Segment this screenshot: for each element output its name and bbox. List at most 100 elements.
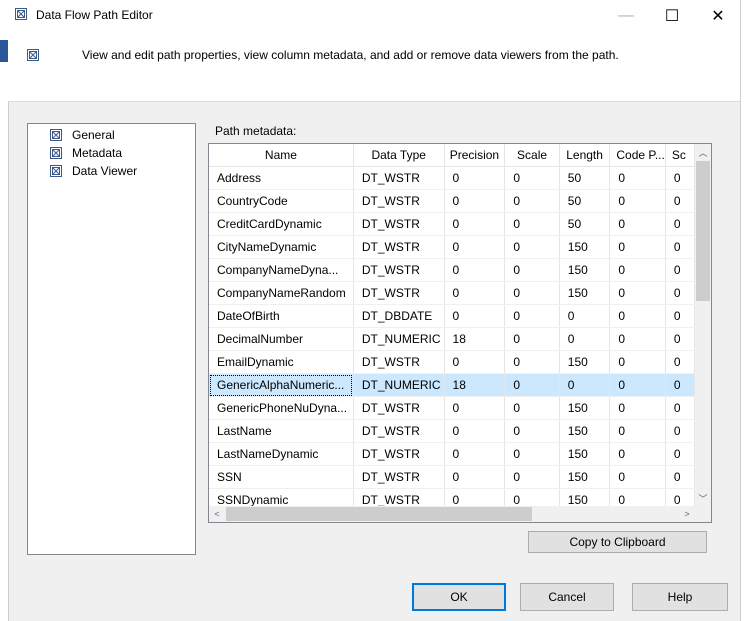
column-header-precision[interactable]: Precision [444,144,506,167]
column-header-sort[interactable]: Sc [665,144,695,167]
cell-sort: 0 [665,189,695,213]
column-header-data-type[interactable]: Data Type [353,144,445,167]
cell-code-page: 0 [609,281,666,305]
table-row[interactable]: CityNameDynamic DT_WSTR 0 0 150 0 0 [209,235,695,259]
cell-column-name: LastName [209,419,354,443]
cell-length: 150 [559,442,611,466]
cell-length: 150 [559,488,611,506]
close-button[interactable]: ✕ [695,0,741,31]
cell-scale: 0 [504,488,560,506]
cell-length: 50 [559,166,611,190]
scroll-right-icon[interactable]: > [679,506,695,522]
scroll-down-icon[interactable]: ﹀ [695,490,711,506]
cell-scale: 0 [504,212,560,236]
cell-scale: 0 [504,166,560,190]
cell-column-name: DateOfBirth [209,304,354,328]
dialog-icon [15,8,27,20]
scroll-left-icon[interactable]: < [209,506,225,522]
cell-precision: 0 [444,166,506,190]
table-row[interactable]: SSN DT_WSTR 0 0 150 0 0 [209,465,695,489]
cell-data-type: DT_NUMERIC [353,373,445,397]
cell-sort: 0 [665,350,695,374]
column-header-name[interactable]: Name [209,144,354,167]
cell-precision: 0 [444,281,506,305]
table-row[interactable]: GenericAlphaNumeric... DT_NUMERIC 18 0 0 0 0 [209,373,695,397]
cell-sort: 0 [665,488,695,506]
cell-precision: 0 [444,235,506,259]
cell-data-type: DT_NUMERIC [353,327,445,351]
cell-precision: 0 [444,212,506,236]
vertical-scrollbar[interactable]: ︿ ﹀ [695,144,711,506]
cell-data-type: DT_WSTR [353,258,445,282]
cell-scale: 0 [504,258,560,282]
cell-precision: 0 [444,396,506,420]
minimize-button[interactable]: — [603,0,649,31]
table-row[interactable]: GenericPhoneNuDyna... DT_WSTR 0 0 150 0 0 [209,396,695,420]
cell-code-page: 0 [609,212,666,236]
cell-scale: 0 [504,304,560,328]
column-header-scale[interactable]: Scale [504,144,560,167]
cell-column-name: LastNameDynamic [209,442,354,466]
cell-code-page: 0 [609,258,666,282]
cell-length: 0 [559,304,611,328]
help-button[interactable]: Help [632,583,728,611]
cell-length: 150 [559,465,611,489]
nav-item-general[interactable]: General [50,127,117,143]
cell-column-name: CompanyNameDyna... [209,258,354,282]
nav-item-data-viewer[interactable]: Data Viewer [50,163,139,179]
cell-sort: 0 [665,304,695,328]
cell-column-name: GenericAlphaNumeric... [209,373,354,397]
window-title: Data Flow Path Editor [36,8,153,22]
cell-column-name: GenericPhoneNuDyna... [209,396,354,420]
nav-item-metadata[interactable]: Metadata [50,145,125,161]
nav-item-label: General [72,128,115,142]
cell-data-type: DT_WSTR [353,465,445,489]
cell-code-page: 0 [609,488,666,506]
table-row[interactable]: LastNameDynamic DT_WSTR 0 0 150 0 0 [209,442,695,466]
table-row[interactable]: SSNDynamic DT_WSTR 0 0 150 0 0 [209,488,695,506]
cancel-button[interactable]: Cancel [520,583,614,611]
table-row[interactable]: CompanyNameDyna... DT_WSTR 0 0 150 0 0 [209,258,695,282]
maximize-button[interactable]: ☐ [649,0,695,31]
cell-scale: 0 [504,419,560,443]
cell-sort: 0 [665,327,695,351]
cell-column-name: DecimalNumber [209,327,354,351]
horizontal-scrollbar[interactable]: < > [209,506,695,522]
data-viewer-page-icon [50,165,62,177]
cell-column-name: CountryCode [209,189,354,213]
scroll-up-icon[interactable]: ︿ [695,144,711,160]
background-app-right [740,0,747,621]
table-row[interactable]: LastName DT_WSTR 0 0 150 0 0 [209,419,695,443]
table-row[interactable]: EmailDynamic DT_WSTR 0 0 150 0 0 [209,350,695,374]
cell-code-page: 0 [609,419,666,443]
table-row[interactable]: DecimalNumber DT_NUMERIC 18 0 0 0 0 [209,327,695,351]
column-header-code-page[interactable]: Code P... [609,144,666,167]
cell-length: 0 [559,327,611,351]
table-row[interactable]: DateOfBirth DT_DBDATE 0 0 0 0 0 [209,304,695,328]
cell-data-type: DT_WSTR [353,189,445,213]
metadata-page-icon [50,147,62,159]
cell-sort: 0 [665,465,695,489]
table-row[interactable]: CreditCardDynamic DT_WSTR 0 0 50 0 0 [209,212,695,236]
cell-code-page: 0 [609,465,666,489]
cell-scale: 0 [504,442,560,466]
cell-sort: 0 [665,166,695,190]
cell-precision: 0 [444,350,506,374]
cell-column-name: CreditCardDynamic [209,212,354,236]
cell-length: 150 [559,281,611,305]
nav-item-label: Data Viewer [72,164,138,178]
cell-code-page: 0 [609,350,666,374]
cell-sort: 0 [665,396,695,420]
column-header-length[interactable]: Length [559,144,611,167]
cell-data-type: DT_DBDATE [353,304,445,328]
ok-button[interactable]: OK [412,583,506,611]
metadata-grid[interactable]: Name Data Type Precision Scale Length Co… [208,143,712,523]
vertical-scroll-thumb[interactable] [696,161,710,301]
table-row[interactable]: CountryCode DT_WSTR 0 0 50 0 0 [209,189,695,213]
table-row[interactable]: Address DT_WSTR 0 0 50 0 0 [209,166,695,190]
horizontal-scroll-thumb[interactable] [226,507,532,521]
table-row[interactable]: CompanyNameRandom DT_WSTR 0 0 150 0 0 [209,281,695,305]
copy-to-clipboard-button[interactable]: Copy to Clipboard [528,531,707,553]
cell-length: 0 [559,373,611,397]
cell-scale: 0 [504,350,560,374]
